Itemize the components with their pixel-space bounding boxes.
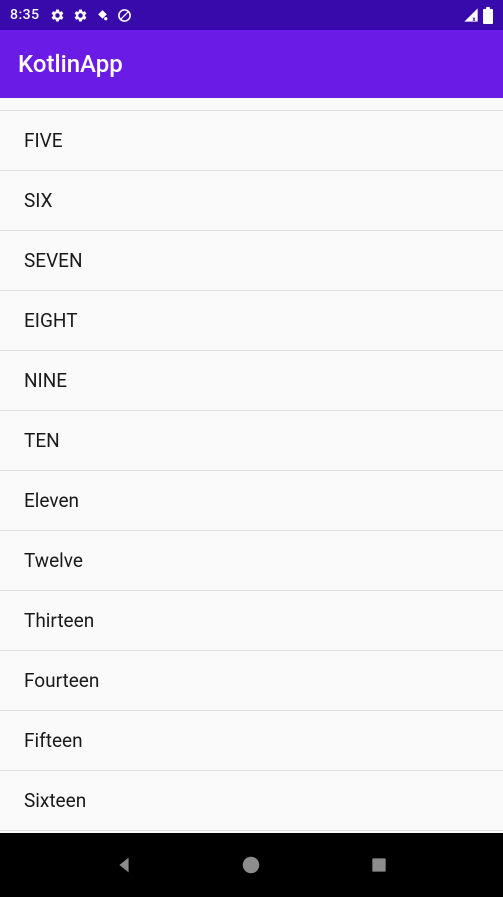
list-item[interactable]: Thirteen xyxy=(0,591,503,651)
list-item[interactable]: Fourteen xyxy=(0,651,503,711)
status-icons-left xyxy=(50,8,132,23)
list-item-label: Twelve xyxy=(24,549,83,572)
signal-icon: x xyxy=(463,7,479,23)
list-view[interactable]: FIVE SIX SEVEN EIGHT NINE TEN Eleven Twe… xyxy=(0,98,503,833)
list-item-label: Fifteen xyxy=(24,729,83,752)
list-item-label: Sixteen xyxy=(24,789,86,812)
list-item-label: SEVEN xyxy=(24,249,83,272)
battery-icon xyxy=(483,7,493,24)
list-item-label: TEN xyxy=(24,429,60,452)
navigation-bar xyxy=(0,833,503,897)
gear-icon xyxy=(73,8,88,23)
status-bar-left: 8:35 xyxy=(10,7,132,23)
status-time: 8:35 xyxy=(10,7,40,23)
status-bar-right: x xyxy=(463,7,493,24)
list-item-label: FIVE xyxy=(24,129,63,152)
list-item[interactable]: NINE xyxy=(0,351,503,411)
gear-icon xyxy=(50,8,65,23)
list-item[interactable]: Eleven xyxy=(0,471,503,531)
back-button[interactable] xyxy=(110,851,138,879)
list-item[interactable]: SEVEN xyxy=(0,231,503,291)
list-item[interactable]: TEN xyxy=(0,411,503,471)
list-item[interactable]: Sixteen xyxy=(0,771,503,831)
debug-icon xyxy=(96,9,109,22)
status-bar: 8:35 x xyxy=(0,0,503,30)
list-item-label: Thirteen xyxy=(24,609,94,632)
home-button[interactable] xyxy=(237,851,265,879)
list-item[interactable]: EIGHT xyxy=(0,291,503,351)
list-item-label: NINE xyxy=(24,369,67,392)
app-bar: KotlinApp xyxy=(0,30,503,98)
list-item-label: Eleven xyxy=(24,489,79,512)
list-item-partial[interactable] xyxy=(0,98,503,111)
list-item-label: EIGHT xyxy=(24,309,78,332)
list-item[interactable]: Twelve xyxy=(0,531,503,591)
circle-slash-icon xyxy=(117,8,132,23)
recents-button[interactable] xyxy=(365,851,393,879)
list-item-label: SIX xyxy=(24,189,53,212)
list-item-label: Fourteen xyxy=(24,669,99,692)
list-item[interactable]: Fifteen xyxy=(0,711,503,771)
app-title: KotlinApp xyxy=(18,50,123,78)
list-item[interactable]: FIVE xyxy=(0,111,503,171)
list-item[interactable]: SIX xyxy=(0,171,503,231)
